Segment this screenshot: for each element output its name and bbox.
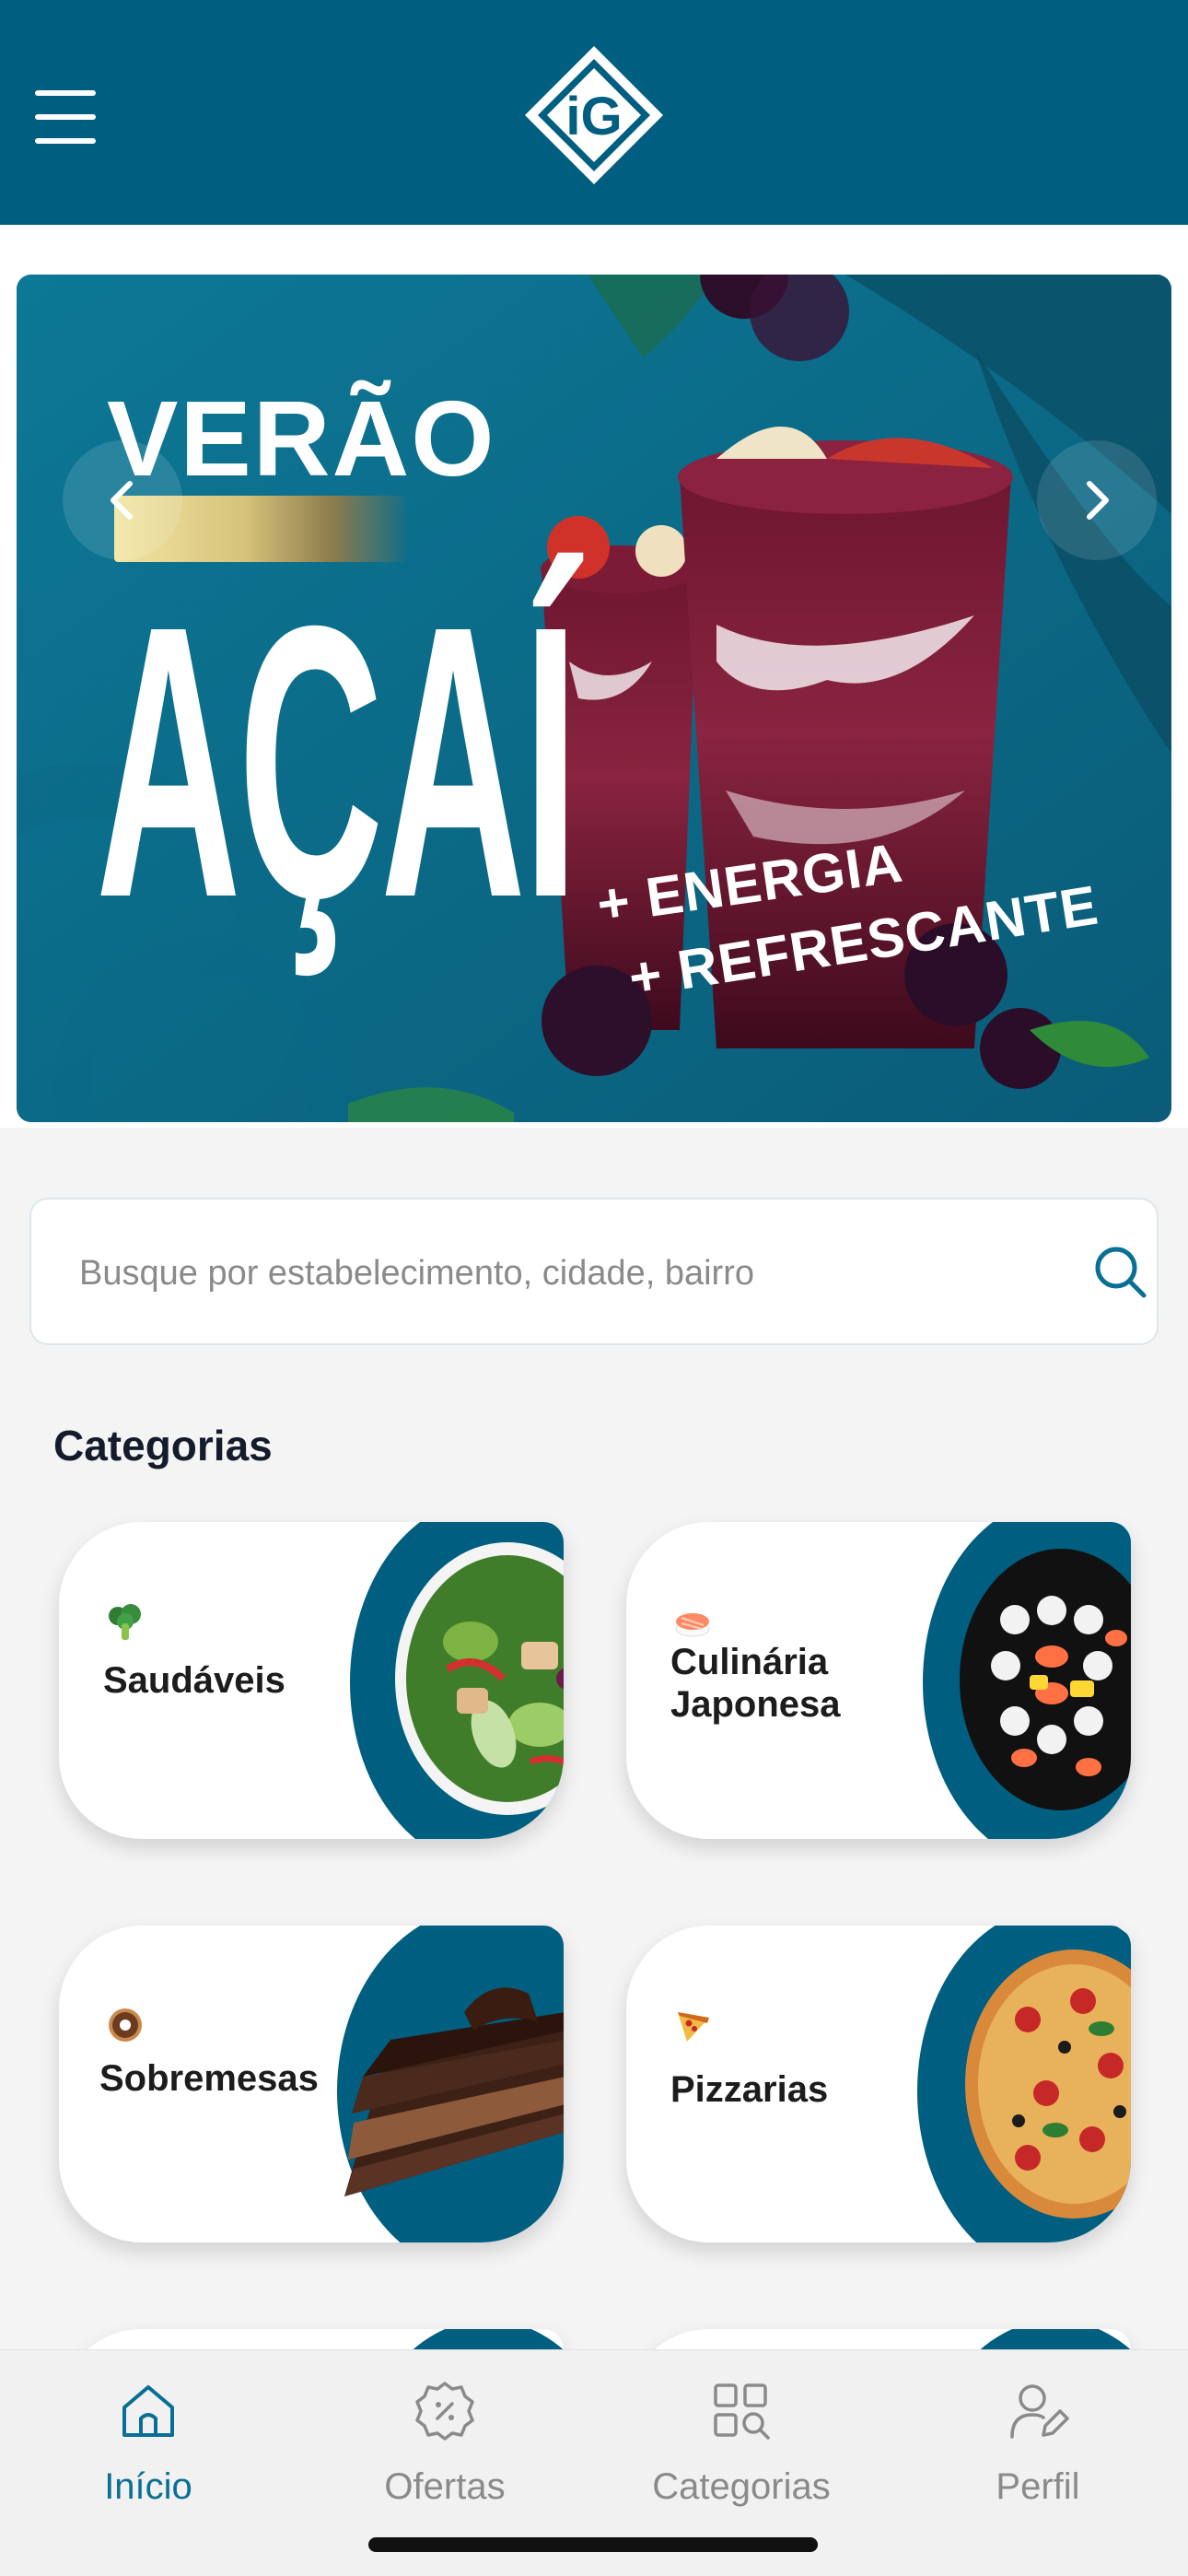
menu-icon[interactable] bbox=[35, 88, 96, 146]
home-icon bbox=[122, 2385, 174, 2437]
app-header: iG bbox=[0, 0, 1188, 225]
search-input[interactable] bbox=[79, 1236, 1000, 1310]
promo-banner[interactable]: VERÃO AÇAÍ + ENERGIA + REFRESCANTE bbox=[17, 275, 1171, 1122]
banner-next-button[interactable] bbox=[1037, 440, 1157, 560]
category-card-pizza[interactable]: Pizzarias bbox=[626, 1926, 1131, 2242]
category-card-japanese[interactable]: Culinária Japonesa bbox=[626, 1522, 1131, 1839]
nav-profile[interactable]: Perfil bbox=[890, 2350, 1186, 2535]
nav-offers-label: Ofertas bbox=[384, 2466, 506, 2507]
pizza-photo bbox=[965, 1950, 1131, 2219]
category-card-desserts[interactable]: Sobremesas bbox=[59, 1926, 564, 2242]
category-label-pizza: Pizzarias bbox=[670, 2069, 829, 2110]
banner-title-main: AÇAÍ bbox=[96, 546, 578, 978]
sushi-icon bbox=[675, 1613, 710, 1637]
nav-home[interactable]: Início bbox=[0, 2350, 297, 2535]
nav-home-label: Início bbox=[104, 2466, 192, 2507]
category-label-japanese-line2: Japonesa bbox=[670, 1684, 841, 1725]
nav-categories[interactable]: Categorias bbox=[593, 2350, 890, 2535]
category-search-icon bbox=[714, 2383, 770, 2440]
home-indicator bbox=[368, 2537, 818, 2552]
banner-prev-button[interactable] bbox=[63, 440, 182, 560]
discount-badge-icon bbox=[415, 2382, 474, 2441]
search-icon[interactable] bbox=[1089, 1240, 1153, 1305]
broccoli-icon bbox=[109, 1604, 141, 1640]
cake-photo bbox=[344, 1987, 564, 2196]
user-edit-icon bbox=[1010, 2384, 1069, 2439]
pizza-slice-icon bbox=[678, 2012, 709, 2042]
nav-profile-label: Perfil bbox=[996, 2466, 1080, 2507]
nav-categories-label: Categorias bbox=[652, 2466, 831, 2507]
search-bar bbox=[29, 1198, 1159, 1345]
sushi-photo bbox=[960, 1549, 1131, 1810]
categories-title: Categorias bbox=[53, 1422, 273, 1469]
chevron-right-icon bbox=[1087, 481, 1109, 520]
category-label-desserts: Sobremesas bbox=[99, 2058, 319, 2099]
donut-icon bbox=[109, 2008, 142, 2042]
nav-offers[interactable]: Ofertas bbox=[297, 2350, 593, 2535]
chevron-left-icon bbox=[111, 481, 133, 520]
brand-logo-icon[interactable]: iG bbox=[521, 42, 667, 188]
category-label-japanese-line1: Culinária bbox=[670, 1642, 829, 1682]
category-card-healthy[interactable]: Saudáveis bbox=[59, 1522, 564, 1839]
svg-text:iG: iG bbox=[565, 87, 622, 146]
salad-photo bbox=[395, 1542, 564, 1815]
category-label-healthy: Saudáveis bbox=[103, 1660, 285, 1701]
